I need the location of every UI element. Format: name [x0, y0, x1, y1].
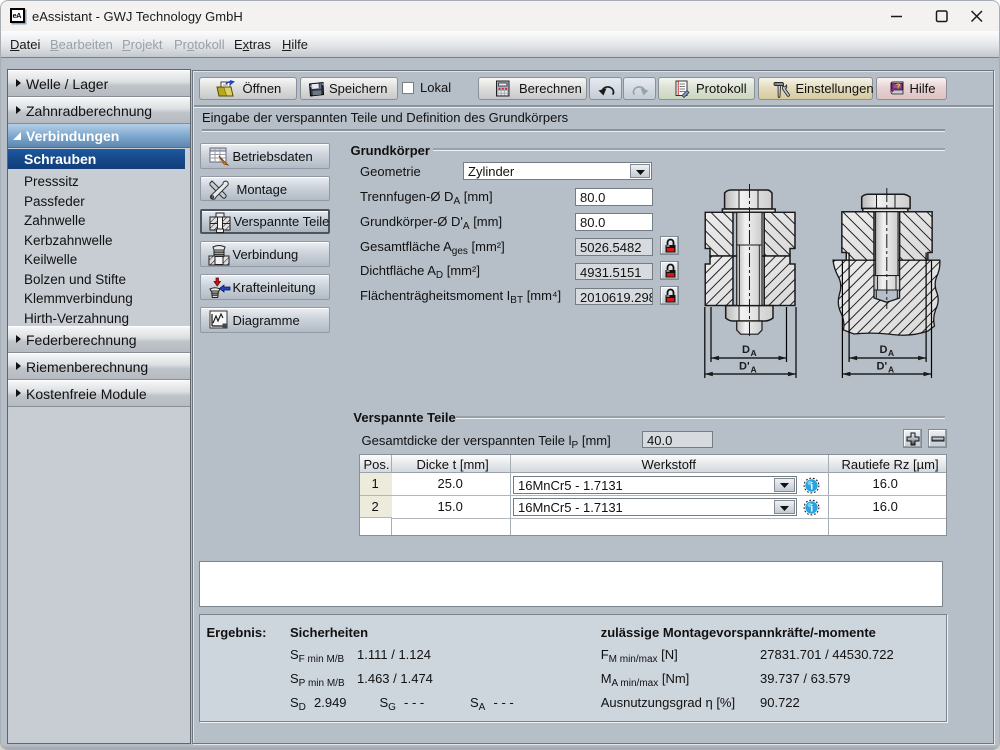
svg-text:D': D' — [877, 361, 888, 373]
svg-text:A: A — [888, 348, 894, 358]
svg-text:D: D — [742, 344, 750, 356]
svg-text:D: D — [880, 344, 888, 356]
svg-text:i: i — [810, 503, 813, 515]
svg-text:?: ? — [896, 81, 901, 90]
svg-text:A: A — [888, 365, 894, 375]
svg-text:i: i — [810, 480, 813, 492]
svg-text:D': D' — [739, 361, 750, 373]
svg-text:A: A — [751, 348, 757, 358]
svg-text:A: A — [751, 365, 757, 375]
